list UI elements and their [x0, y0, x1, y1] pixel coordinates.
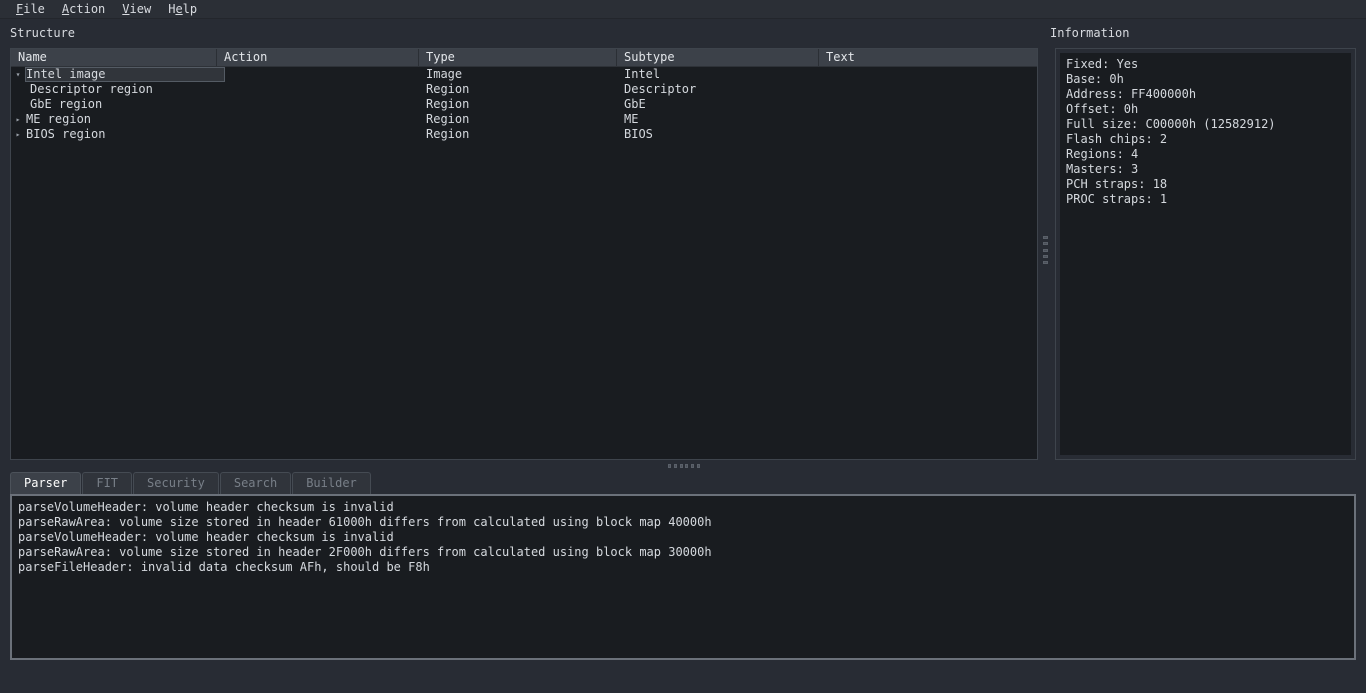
information-line: Masters: 3	[1066, 162, 1345, 177]
splitter-dot	[685, 464, 688, 468]
tree-row-name-label: BIOS region	[25, 127, 105, 142]
splitter-dot	[1043, 249, 1048, 252]
tree-row-name-label: ME region	[25, 112, 91, 127]
splitter-dot	[1043, 242, 1048, 245]
log-line: parseRawArea: volume size stored in head…	[18, 515, 1348, 530]
tree-cell-type: Region	[419, 82, 617, 97]
structure-panel-label: Structure	[10, 26, 75, 40]
tab-fit[interactable]: FIT	[82, 472, 132, 494]
tree-row[interactable]: ▸BIOS region RegionBIOS	[11, 127, 1037, 142]
tree-cell-subtype: Descriptor	[617, 82, 819, 97]
menu-label-view: iew	[130, 2, 152, 16]
menu-mnemonic-help: e	[175, 2, 182, 16]
tree-column-header-type[interactable]: Type	[419, 49, 617, 66]
tree-cell-type: Region	[419, 97, 617, 112]
tree-header-row: Name Action Type Subtype Text	[11, 49, 1037, 67]
parser-log-box[interactable]: parseVolumeHeader: volume header checksu…	[10, 494, 1356, 660]
splitter-dot	[680, 464, 683, 468]
tab-parser[interactable]: Parser	[10, 472, 81, 494]
bottom-tab-bar: ParserFITSecuritySearchBuilder	[10, 472, 372, 494]
tree-cell-type: Region	[419, 127, 617, 142]
log-line: parseRawArea: volume size stored in head…	[18, 545, 1348, 560]
information-line: PROC straps: 1	[1066, 192, 1345, 207]
information-panel: Fixed: YesBase: 0hAddress: FF400000hOffs…	[1055, 48, 1356, 460]
information-line: Offset: 0h	[1066, 102, 1345, 117]
tab-builder[interactable]: Builder	[292, 472, 371, 494]
menu-item-action[interactable]: Action	[54, 1, 114, 18]
information-line: Base: 0h	[1066, 72, 1345, 87]
information-line: Full size: C00000h (12582912)	[1066, 117, 1345, 132]
menu-item-file[interactable]: File	[8, 1, 54, 18]
tree-cell-name: Descriptor region	[11, 82, 217, 97]
tree-cell-type: Region	[419, 112, 617, 127]
tree-cell-type: Image	[419, 67, 617, 82]
tree-cell-subtype: ME	[617, 112, 819, 127]
tree-column-header-name[interactable]: Name	[11, 49, 217, 66]
information-panel-label: Information	[1050, 26, 1129, 40]
tab-search[interactable]: Search	[220, 472, 291, 494]
information-line: PCH straps: 18	[1066, 177, 1345, 192]
menu-label-file: ile	[23, 2, 45, 16]
tree-row-name-label: Intel image	[25, 67, 105, 82]
splitter-dot	[691, 464, 694, 468]
splitter-dot	[674, 464, 677, 468]
chevron-down-icon[interactable]: ▾	[11, 67, 25, 82]
splitter-dot	[1043, 236, 1048, 239]
information-line: Fixed: Yes	[1066, 57, 1345, 72]
horizontal-splitter-handle[interactable]	[668, 463, 700, 469]
splitter-dot	[668, 464, 671, 468]
chevron-right-icon[interactable]: ▸	[11, 127, 25, 142]
splitter-dot	[1043, 255, 1048, 258]
tree-cell-name: ▾Intel image	[11, 67, 217, 82]
menu-bar: File Action View Help	[0, 0, 1366, 19]
menu-item-help[interactable]: Help	[160, 1, 206, 18]
tree-body: ▾Intel image ImageIntel Descriptor region R…	[11, 67, 1037, 459]
tree-cell-subtype: GbE	[617, 97, 819, 112]
tree-row[interactable]: ▾Intel image ImageIntel	[11, 67, 1037, 82]
menu-mnemonic-view: V	[122, 2, 129, 16]
menu-item-view[interactable]: View	[114, 1, 160, 18]
tree-row-name-label: GbE region	[25, 97, 102, 112]
tree-cell-name: GbE region	[11, 97, 217, 112]
tree-column-header-subtype[interactable]: Subtype	[617, 49, 819, 66]
information-line: Address: FF400000h	[1066, 87, 1345, 102]
tree-row[interactable]: Descriptor region RegionDescriptor	[11, 82, 1037, 97]
vertical-splitter-handle[interactable]	[1041, 236, 1049, 264]
menu-label-action: ction	[69, 2, 105, 16]
log-line: parseVolumeHeader: volume header checksu…	[18, 530, 1348, 545]
tab-security[interactable]: Security	[133, 472, 219, 494]
tree-cell-name: ▸BIOS region	[11, 127, 217, 142]
structure-tree[interactable]: Name Action Type Subtype Text ▾Intel ima…	[10, 48, 1038, 460]
tree-cell-subtype: BIOS	[617, 127, 819, 142]
tree-cell-name: ▸ME region	[11, 112, 217, 127]
splitter-dot	[697, 464, 700, 468]
tree-row-name-label: Descriptor region	[25, 82, 153, 97]
tree-row[interactable]: ▸ME region RegionME	[11, 112, 1037, 127]
chevron-right-icon[interactable]: ▸	[11, 112, 25, 127]
log-line: parseVolumeHeader: volume header checksu…	[18, 500, 1348, 515]
tree-column-header-action[interactable]: Action	[217, 49, 419, 66]
information-text-box[interactable]: Fixed: YesBase: 0hAddress: FF400000hOffs…	[1060, 53, 1351, 455]
tree-row[interactable]: GbE region RegionGbE	[11, 97, 1037, 112]
tree-column-header-text[interactable]: Text	[819, 49, 1037, 66]
information-line: Flash chips: 2	[1066, 132, 1345, 147]
information-line: Regions: 4	[1066, 147, 1345, 162]
log-line: parseFileHeader: invalid data checksum A…	[18, 560, 1348, 575]
tree-cell-subtype: Intel	[617, 67, 819, 82]
splitter-dot	[1043, 261, 1048, 264]
menu-label-help-suffix: lp	[183, 2, 197, 16]
